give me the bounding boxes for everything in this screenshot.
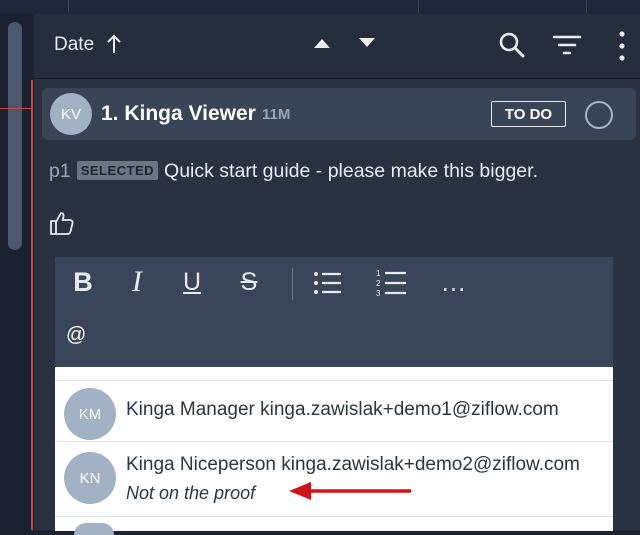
underline-button[interactable]: U <box>177 262 207 302</box>
svg-text:2: 2 <box>376 279 381 288</box>
bulleted-list-icon[interactable] <box>313 270 343 296</box>
reply-input[interactable]: @ <box>66 324 566 347</box>
resolve-checkbox[interactable] <box>585 101 613 129</box>
strikethrough-label: S <box>240 267 258 296</box>
strikethrough-button[interactable]: S <box>234 262 264 302</box>
mention-user-label[interactable]: Kinga Manager kinga.zawislak+demo1@ziflo… <box>126 399 613 421</box>
svg-text:3: 3 <box>376 289 381 298</box>
italic-button[interactable]: I <box>124 262 150 302</box>
more-options-icon[interactable] <box>618 30 626 62</box>
selected-badge: SELECTED <box>76 161 159 180</box>
underline-label: U <box>182 267 202 296</box>
avatar: KN <box>64 452 116 504</box>
top-tab[interactable] <box>418 0 587 13</box>
comment-body: p1 SELECTED Quick start guide - please mak… <box>49 160 538 183</box>
page-reference[interactable]: p1 <box>49 160 71 182</box>
arrow-up-icon[interactable] <box>106 32 122 56</box>
bold-button[interactable]: B <box>68 262 98 302</box>
search-icon[interactable] <box>498 31 526 59</box>
toolbar-divider <box>292 268 293 300</box>
annotation-connector-line <box>31 80 33 530</box>
avatar <box>74 523 114 535</box>
panel-edge <box>613 367 640 530</box>
comments-header: Date <box>34 14 640 79</box>
top-tab[interactable] <box>0 0 69 13</box>
scrollbar-thumb[interactable] <box>8 22 22 250</box>
more-formatting-button[interactable]: ... <box>438 262 470 302</box>
filter-icon[interactable] <box>552 33 582 57</box>
sort-descending-icon[interactable] <box>358 37 376 49</box>
sort-ascending-icon[interactable] <box>313 37 331 49</box>
avatar: KV <box>50 93 92 135</box>
thumbs-up-icon[interactable] <box>49 210 75 236</box>
numbered-list-icon[interactable]: 1 2 3 <box>376 268 408 298</box>
top-tab[interactable] <box>68 0 419 13</box>
mention-note: Not on the proof <box>126 483 256 503</box>
annotation-connector-line <box>0 108 32 109</box>
sort-label[interactable]: Date <box>54 34 94 56</box>
comment-author: 1. Kinga Viewer <box>101 102 256 125</box>
comment-text: Quick start guide - please make this big… <box>164 160 538 182</box>
arrow-left-icon <box>289 482 411 500</box>
status-badge[interactable]: TO DO <box>491 101 566 127</box>
list-item[interactable] <box>55 516 613 531</box>
mention-user-label[interactable]: Kinga Niceperson kinga.zawislak+demo2@zi… <box>126 454 613 476</box>
avatar: KM <box>64 388 116 440</box>
svg-text:1: 1 <box>376 269 381 278</box>
comment-time: 11M <box>262 106 291 123</box>
top-tab-strip <box>0 0 640 15</box>
